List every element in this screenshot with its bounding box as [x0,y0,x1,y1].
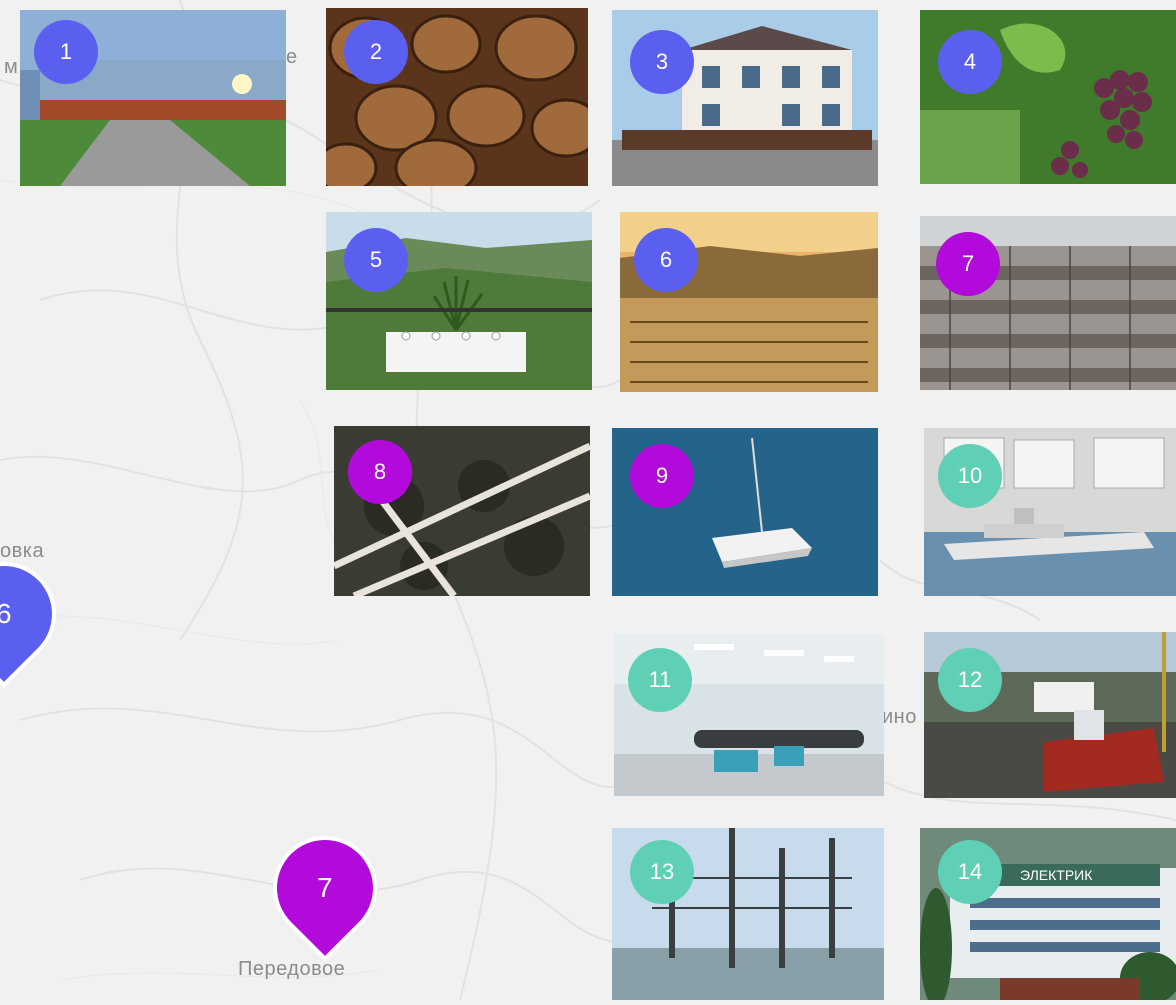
map-label-partial-ino: ино [882,706,917,728]
tile-12[interactable]: 12 [924,632,1176,798]
tile-9[interactable]: 9 [612,428,878,596]
tile-11-badge: 11 [628,648,692,712]
map-label-partial-m: м [4,56,19,78]
tile-2-badge: 2 [344,20,408,84]
map-pin-6-number: 6 [0,598,12,630]
tile-1-badge: 1 [34,20,98,84]
tile-3[interactable]: 3 [612,10,878,186]
tile-10[interactable]: 10 [924,428,1176,596]
tile-14-badge: 14 [938,840,1002,904]
tile-13-badge: 13 [630,840,694,904]
tile-12-badge: 12 [938,648,1002,712]
tile-8-badge: 8 [348,440,412,504]
tile-5[interactable]: 5 [326,212,592,390]
tile-14-sign-text: ЭЛЕКТРИК [1020,867,1093,883]
tile-9-badge: 9 [630,444,694,508]
tile-4-badge: 4 [938,30,1002,94]
tile-5-badge: 5 [344,228,408,292]
tile-3-badge: 3 [630,30,694,94]
tile-8[interactable]: 8 [334,426,590,596]
tile-13[interactable]: 13 [612,828,884,1000]
tile-1[interactable]: 1 [20,10,286,186]
tile-7-badge: 7 [936,232,1000,296]
map-label-partial-ovka: овка [0,540,45,562]
tile-2[interactable]: 2 [326,8,588,186]
tile-6[interactable]: 6 [620,212,878,392]
tile-4[interactable]: 4 [920,10,1176,184]
tile-7[interactable]: 7 [920,216,1176,390]
tile-6-badge: 6 [634,228,698,292]
tile-11[interactable]: 11 [614,634,884,796]
map-pin-7-number: 7 [317,872,333,904]
map-label-partial-e: е [286,46,298,68]
tile-10-badge: 10 [938,444,1002,508]
map-label-peredovoe: Передовое [238,958,346,980]
tile-14[interactable]: ЭЛЕКТРИК 14 [920,828,1176,1000]
